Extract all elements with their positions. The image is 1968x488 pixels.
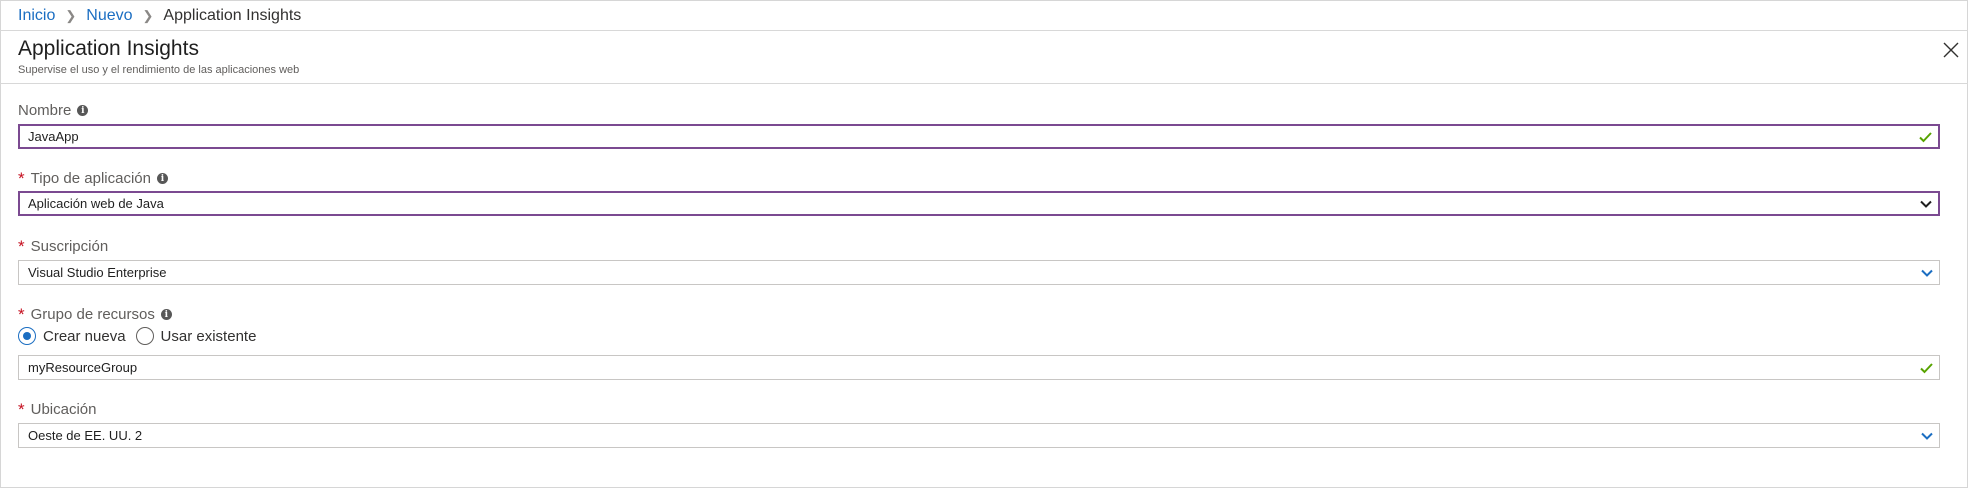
resource-group-label: * Grupo de recursos i bbox=[18, 306, 172, 323]
info-icon[interactable]: i bbox=[160, 309, 172, 320]
name-input-value: JavaApp bbox=[28, 129, 79, 144]
radio-create-new-label: Crear nueva bbox=[43, 327, 126, 345]
resource-group-radio-group: Crear nueva Usar existente bbox=[18, 327, 266, 345]
app-type-label-text: Tipo de aplicación bbox=[30, 170, 151, 187]
subscription-value: Visual Studio Enterprise bbox=[28, 265, 167, 280]
subscription-dropdown[interactable]: Visual Studio Enterprise bbox=[18, 260, 1940, 285]
app-type-dropdown[interactable]: Aplicación web de Java bbox=[18, 191, 1940, 216]
radio-button-checked[interactable] bbox=[18, 327, 36, 345]
page-subtitle: Supervise el uso y el rendimiento de las… bbox=[18, 64, 300, 76]
app-type-value: Aplicación web de Java bbox=[28, 196, 164, 211]
chevron-down-icon bbox=[1921, 269, 1933, 277]
resource-group-input[interactable]: myResourceGroup bbox=[18, 355, 1940, 380]
breadcrumb: Inicio ❯ Nuevo ❯ Application Insights bbox=[18, 5, 301, 27]
required-asterisk: * bbox=[18, 400, 25, 419]
close-icon bbox=[1943, 42, 1959, 58]
breadcrumb-new-link[interactable]: Nuevo bbox=[86, 7, 132, 25]
location-label: * Ubicación bbox=[18, 401, 97, 418]
location-value: Oeste de EE. UU. 2 bbox=[28, 428, 143, 443]
chevron-right-icon: ❯ bbox=[142, 8, 154, 23]
radio-use-existing-label: Usar existente bbox=[160, 327, 257, 345]
checkmark-icon bbox=[1920, 362, 1933, 373]
subscription-label: * Suscripción bbox=[18, 238, 108, 255]
page-title: Application Insights bbox=[18, 37, 199, 60]
resource-group-value: myResourceGroup bbox=[28, 360, 138, 375]
required-asterisk: * bbox=[18, 169, 25, 188]
location-label-text: Ubicación bbox=[30, 401, 97, 418]
chevron-down-icon bbox=[1920, 200, 1932, 208]
required-asterisk: * bbox=[18, 305, 25, 324]
name-label: Nombre i bbox=[18, 102, 89, 119]
radio-use-existing[interactable]: Usar existente bbox=[135, 327, 257, 345]
app-type-label: * Tipo de aplicación i bbox=[18, 170, 168, 187]
required-asterisk: * bbox=[18, 237, 25, 256]
close-button[interactable] bbox=[1938, 37, 1964, 63]
checkmark-icon bbox=[1919, 131, 1932, 142]
breadcrumb-home-link[interactable]: Inicio bbox=[18, 7, 55, 25]
chevron-right-icon: ❯ bbox=[65, 8, 77, 23]
name-input[interactable]: JavaApp bbox=[18, 124, 1940, 149]
name-label-text: Nombre bbox=[18, 102, 72, 119]
breadcrumb-current: Application Insights bbox=[163, 7, 302, 24]
radio-create-new[interactable]: Crear nueva bbox=[18, 327, 126, 345]
chevron-down-icon bbox=[1921, 432, 1933, 440]
info-icon[interactable]: i bbox=[156, 173, 168, 184]
info-icon[interactable]: i bbox=[77, 105, 89, 116]
location-dropdown[interactable]: Oeste de EE. UU. 2 bbox=[18, 423, 1940, 448]
resource-group-label-text: Grupo de recursos bbox=[30, 306, 155, 323]
subscription-label-text: Suscripción bbox=[30, 238, 109, 255]
radio-button-unchecked[interactable] bbox=[135, 327, 154, 345]
header-divider bbox=[0, 83, 1968, 84]
breadcrumb-divider bbox=[0, 30, 1968, 31]
